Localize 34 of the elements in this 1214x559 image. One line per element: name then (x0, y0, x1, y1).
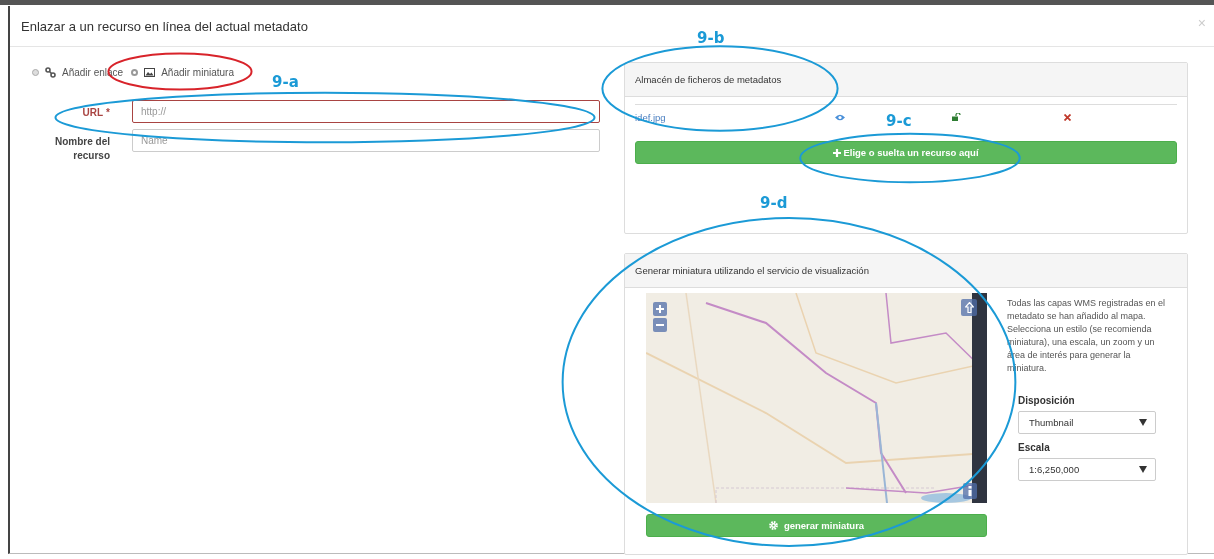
plus-icon (656, 305, 664, 313)
unlocked-icon (952, 113, 961, 121)
annotation-label: 9-d (760, 196, 788, 211)
option-label[interactable]: Añadir miniatura (161, 67, 234, 78)
minus-icon (656, 324, 664, 326)
radio-button[interactable] (131, 69, 139, 76)
annotation-label: 9-a (272, 75, 299, 90)
eye-icon (835, 113, 845, 121)
info-icon (968, 486, 972, 496)
dropdown[interactable]: Thumbnail (1018, 411, 1156, 435)
radio-button[interactable] (32, 69, 39, 76)
link-icon (45, 67, 56, 78)
image-icon (144, 67, 156, 78)
zoom-out-button[interactable] (653, 318, 667, 332)
plus-icon (833, 148, 842, 157)
delete-icon (1064, 113, 1071, 121)
panel-title: Generar miniatura utilizando el servicio de visualización (635, 265, 869, 276)
select-label: Disposición (1018, 395, 1076, 407)
dropdown[interactable]: 1:6,250,000 (1018, 458, 1156, 482)
field-label: Nombre del recurso (54, 135, 110, 162)
map-control-button[interactable] (961, 299, 977, 316)
panel-title: Almacén de ficheros de metadatos (635, 74, 782, 85)
gear-icon (768, 521, 778, 530)
select-label: Escala (1018, 442, 1051, 454)
info-button[interactable] (963, 483, 977, 499)
annotation-label: 9-c (886, 114, 912, 129)
annotation-label: 9-b (697, 31, 725, 46)
caret-icon (1139, 419, 1147, 427)
field-label: URL * (82, 106, 110, 120)
up-arrow-icon (964, 302, 974, 313)
dialog-title: Enlazar a un recurso en línea del actual metadato (21, 18, 308, 34)
zoom-in-button[interactable] (653, 302, 667, 316)
input-field[interactable]: http:// (132, 100, 600, 123)
caret-icon (1139, 466, 1147, 474)
